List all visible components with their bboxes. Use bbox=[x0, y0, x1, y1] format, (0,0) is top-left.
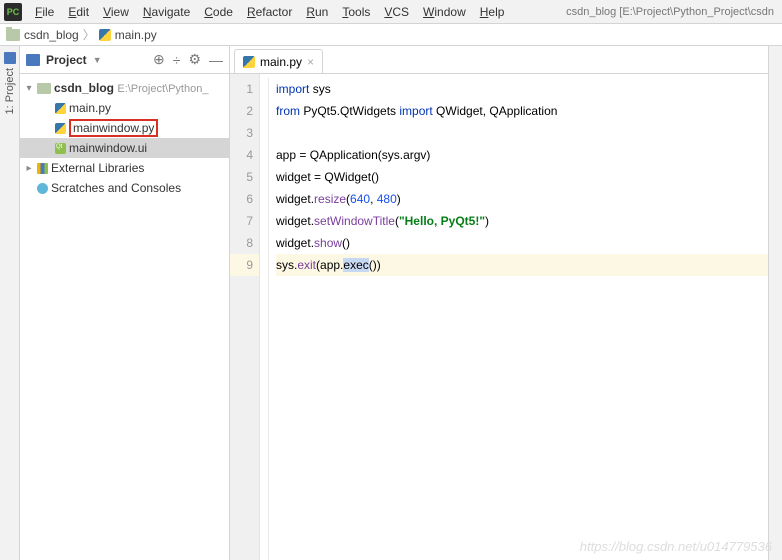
line-gutter: 123456789 bbox=[230, 74, 260, 560]
line-number[interactable]: 2 bbox=[230, 100, 253, 122]
python-file-icon bbox=[243, 56, 255, 68]
tree-file[interactable]: mainwindow.py bbox=[20, 118, 229, 138]
menu-edit[interactable]: Edit bbox=[61, 2, 96, 22]
line-number[interactable]: 6 bbox=[230, 188, 253, 210]
tab-main-py[interactable]: main.py × bbox=[234, 49, 323, 73]
close-icon[interactable]: × bbox=[307, 55, 314, 69]
qt-ui-icon bbox=[55, 143, 66, 154]
libraries-icon bbox=[37, 163, 48, 174]
gear-icon[interactable]: ⚙ bbox=[188, 51, 201, 68]
tree-root[interactable]: ▾ csdn_blog E:\Project\Python_ bbox=[20, 78, 229, 98]
sidebar-title[interactable]: Project bbox=[46, 53, 87, 67]
python-file-icon bbox=[55, 123, 66, 134]
code-content[interactable]: import sysfrom PyQt5.QtWidgets import QW… bbox=[260, 74, 782, 560]
code-line[interactable]: app = QApplication(sys.argv) bbox=[276, 144, 782, 166]
code-editor[interactable]: 123456789 import sysfrom PyQt5.QtWidgets… bbox=[230, 74, 782, 560]
breadcrumb-file[interactable]: main.py bbox=[115, 28, 157, 42]
project-sidebar: Project ▼ ⊕ ÷ ⚙ — ▾ csdn_blog E:\Project… bbox=[20, 46, 230, 560]
expand-arrow-icon[interactable]: ▸ bbox=[24, 163, 34, 174]
tree-file[interactable]: mainwindow.ui bbox=[20, 138, 229, 158]
line-number[interactable]: 8 bbox=[230, 232, 253, 254]
tool-window-stripe[interactable]: 1: Project bbox=[0, 46, 20, 560]
project-tree[interactable]: ▾ csdn_blog E:\Project\Python_ main.py ma… bbox=[20, 74, 229, 560]
line-number[interactable]: 7 bbox=[230, 210, 253, 232]
python-file-icon bbox=[55, 103, 66, 114]
menu-file[interactable]: File bbox=[28, 2, 61, 22]
line-number[interactable]: 5 bbox=[230, 166, 253, 188]
tree-file-label: main.py bbox=[69, 101, 111, 115]
project-tool-label[interactable]: 1: Project bbox=[4, 68, 16, 114]
right-gutter bbox=[768, 46, 782, 560]
module-folder-icon bbox=[37, 83, 51, 94]
menu-help[interactable]: Help bbox=[473, 2, 512, 22]
menu-code[interactable]: Code bbox=[197, 2, 240, 22]
folder-icon bbox=[6, 29, 20, 41]
expand-arrow-icon[interactable]: ▾ bbox=[24, 83, 34, 94]
menu-window[interactable]: Window bbox=[416, 2, 473, 22]
pycharm-icon: PC bbox=[4, 3, 22, 21]
menu-items: FileEditViewNavigateCodeRefactorRunTools… bbox=[28, 2, 511, 22]
line-number[interactable]: 9 bbox=[230, 254, 259, 276]
code-line[interactable]: import sys bbox=[276, 78, 782, 100]
locate-icon[interactable]: ⊕ bbox=[153, 51, 165, 68]
external-libraries-label: External Libraries bbox=[51, 161, 144, 175]
code-line[interactable]: widget = QWidget() bbox=[276, 166, 782, 188]
menu-view[interactable]: View bbox=[96, 2, 136, 22]
tree-file-label: mainwindow.py bbox=[69, 121, 158, 135]
indent-guide bbox=[268, 78, 269, 560]
breadcrumb-folder[interactable]: csdn_blog bbox=[24, 28, 79, 42]
scratches-icon bbox=[37, 183, 48, 194]
tree-root-label: csdn_blog E:\Project\Python_ bbox=[54, 81, 208, 95]
line-number[interactable]: 4 bbox=[230, 144, 253, 166]
editor-tabs: main.py × bbox=[230, 46, 782, 74]
project-view-icon bbox=[26, 54, 40, 66]
chevron-down-icon[interactable]: ▼ bbox=[93, 55, 102, 65]
python-file-icon bbox=[99, 29, 111, 41]
tree-external-libraries[interactable]: ▸ External Libraries bbox=[20, 158, 229, 178]
code-line[interactable]: sys.exit(app.exec()) bbox=[276, 254, 782, 276]
breadcrumb[interactable]: csdn_blog 〉 main.py bbox=[0, 24, 782, 46]
collapse-icon[interactable]: ÷ bbox=[173, 52, 181, 68]
sidebar-header: Project ▼ ⊕ ÷ ⚙ — bbox=[20, 46, 229, 74]
scratches-label: Scratches and Consoles bbox=[51, 181, 181, 195]
line-number[interactable]: 1 bbox=[230, 78, 253, 100]
menu-refactor[interactable]: Refactor bbox=[240, 2, 299, 22]
title-project-path: csdn_blog [E:\Project\Python_Project\csd… bbox=[566, 6, 778, 18]
menubar: PC FileEditViewNavigateCodeRefactorRunTo… bbox=[0, 0, 782, 24]
line-number[interactable]: 3 bbox=[230, 122, 253, 144]
tab-label: main.py bbox=[260, 55, 302, 69]
tree-file[interactable]: main.py bbox=[20, 98, 229, 118]
tree-scratches[interactable]: Scratches and Consoles bbox=[20, 178, 229, 198]
watermark: https://blog.csdn.net/u014779536 bbox=[580, 539, 772, 554]
menu-navigate[interactable]: Navigate bbox=[136, 2, 197, 22]
tree-file-label: mainwindow.ui bbox=[69, 141, 147, 155]
code-line[interactable] bbox=[276, 122, 782, 144]
hide-icon[interactable]: — bbox=[209, 52, 223, 68]
code-line[interactable]: widget.show() bbox=[276, 232, 782, 254]
editor-area: main.py × 123456789 import sysfrom PyQt5… bbox=[230, 46, 782, 560]
menu-vcs[interactable]: VCS bbox=[377, 2, 416, 22]
code-line[interactable]: widget.resize(640, 480) bbox=[276, 188, 782, 210]
code-line[interactable]: widget.setWindowTitle("Hello, PyQt5!") bbox=[276, 210, 782, 232]
code-line[interactable]: from PyQt5.QtWidgets import QWidget, QAp… bbox=[276, 100, 782, 122]
project-tool-icon bbox=[4, 52, 16, 64]
menu-run[interactable]: Run bbox=[299, 2, 335, 22]
chevron-right-icon: 〉 bbox=[83, 26, 95, 43]
menu-tools[interactable]: Tools bbox=[335, 2, 377, 22]
